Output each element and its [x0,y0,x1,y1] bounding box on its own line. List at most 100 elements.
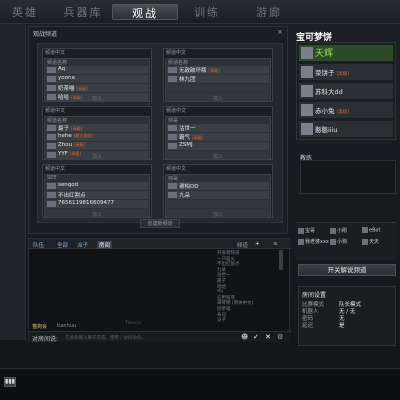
team-name: SEE [47,175,57,181]
nav-tab-armory[interactable]: 兵器库 [58,4,108,20]
player-slot[interactable]: 最子 [高级] [46,124,148,132]
join-button[interactable]: 加入 [43,211,151,218]
player-rank-badge: [高级] [74,142,86,147]
lobby-grid: 频道中文 频道名称 Aq yoona 奶茶喵 [高级] 哈哈 [高级] 加入 频道中文 频道名称 无敌… [37,43,283,223]
player-name: 不出红割点 [58,193,86,199]
avatar [301,123,313,135]
lobby-card[interactable]: 频道中文 频道名称 无敌破坏瓶 [高级] 林九团 加入 [163,48,273,102]
chat-input-label: 对房间说: [32,336,59,343]
player-slot[interactable]: 林九团 [167,75,269,83]
spectator-item[interactable]: 宝哥 [298,227,315,234]
emoji-icon[interactable]: ☻ [241,333,248,341]
player-slot[interactable]: ZSMJ [167,142,269,150]
nav-tab-training[interactable]: 训练 [182,4,232,20]
spectator-item[interactable]: 天天 [362,238,379,245]
join-button[interactable]: 加入 [43,95,151,102]
join-button[interactable]: 加入 [164,211,272,218]
player-slot[interactable]: 无敌破坏瓶 [高级] [167,66,269,74]
join-button[interactable]: 加入 [164,95,272,102]
player-slot[interactable]: Zhou [高级] [46,142,148,150]
player-name: 无敌破坏瓶 [179,68,207,74]
chat-speaker: 猫狗会 [32,324,48,330]
spectator-item[interactable]: 我老婆xxx [298,238,329,245]
player-rank-badge: [最大高级] [73,133,93,138]
avatar [168,134,177,140]
player-name: yoona [58,75,75,81]
card-header: 频道中文 [166,108,187,114]
player-name-text: 苏科大dd [315,88,343,96]
setting-value: 是 [339,323,345,329]
team-player-slot[interactable]: 菜饼子 [高级] [299,64,393,80]
add-chat-icon[interactable]: + [255,241,260,247]
chat-input-field[interactable]: 在此处输入聊天内容。使用 / 访问命令。 [65,335,146,341]
player-name: 最子 [58,126,70,132]
party-icon[interactable]: ▮▮▮ [4,377,16,387]
room-settings: 房间设置 比赛模式 队长模式 机器人无 / 无密码无延迟是 [298,286,396,346]
panel-title: 观战频道 [33,31,58,38]
close-icon[interactable]: × [277,28,283,36]
spectator-item[interactable]: eBot [362,227,381,234]
player-slot[interactable]: 霸气 [高级] [167,133,269,141]
player-slot[interactable]: 谢柏DD [167,182,269,190]
player-name: Aq [58,66,66,72]
player-slot[interactable] [167,84,269,92]
nav-tab-heroes[interactable]: 英雄 [4,4,46,20]
menu-icon[interactable]: ≡ [273,241,278,247]
team-player-slot[interactable]: 天辉 [299,45,393,61]
spectator-item[interactable]: 小狗 [330,238,347,245]
avatar [168,67,177,73]
open-caster-channel-button[interactable]: 开关解说频道 [298,264,396,276]
team-player-slot[interactable]: 赤小兔 [高级] [299,102,393,118]
top-nav: 英雄 兵器库 观战 训练 游廊 [0,0,400,24]
player-slot[interactable]: 奶茶喵 [高级] [46,84,148,92]
nav-tab-watch[interactable]: 观战 [112,4,178,20]
spectator-item[interactable]: 小刚 [330,227,347,234]
chat-input-bar[interactable]: 对房间说: 在此处输入聊天内容。使用 / 访问命令。 ☻ ✓ ✕ ⚙ [29,331,291,343]
nav-tab-arcade[interactable]: 游廊 [244,4,294,20]
create-channel-button[interactable]: 创建新频道 [140,219,180,228]
lobby-card[interactable]: 频道中文 频道名称 Aq yoona 奶茶喵 [高级] 哈哈 [高级] 加入 [42,48,152,102]
player-slot[interactable]: 7656119816609477 [46,200,148,208]
settings-icon[interactable]: ⚙ [277,333,283,341]
player-name: 天辉 [315,46,333,59]
chat-tab-paizi[interactable]: 派子 [77,241,88,249]
join-button[interactable]: 加入 [164,153,272,160]
lobby-panel: 观战频道 × 频道中文 频道名称 Aq yoona 奶茶喵 [高级] 哈哈 [高级] 加入 频道中… [28,26,288,234]
bottom-bar: ▮▮▮ [0,368,400,400]
avatar [301,85,313,97]
player-slot[interactable]: 沽世一 [167,124,269,132]
team-player-slot[interactable]: 憨憨iiiu [299,121,393,137]
chat-scrollbar[interactable] [279,250,283,270]
close-chat-icon[interactable]: ✕ [265,333,271,341]
lobby-card[interactable]: 频道中文 SEE senqod 不出红割点 7656119816609477 加入 [42,164,152,218]
player-slot[interactable]: yoona [46,75,148,83]
avatar [168,125,177,131]
player-slot[interactable]: hehe [最大高级] [46,133,148,141]
player-slot[interactable]: Aq [46,66,148,74]
avatar [47,125,56,131]
player-slot[interactable] [167,200,269,208]
chat-tab-all[interactable]: 全部 [57,241,68,249]
join-button[interactable]: 加入 [43,153,151,160]
player-slot[interactable]: senqod [46,182,148,190]
player-slot[interactable]: 九朵 [167,191,269,199]
chat-tab-room[interactable]: 房间 [97,241,113,249]
chat-tab-team[interactable]: 队伍 [33,241,44,249]
player-rank-badge: [高级] [71,126,83,131]
lobby-card[interactable]: 频道中文 频道名称 最子 [高级] hehe [最大高级] Zhou [高级] YYF [高级] 加… [42,106,152,160]
coach-slot[interactable] [300,160,396,194]
avatar [301,66,313,78]
player-name: 苏科大dd [315,86,343,96]
team-player-slot[interactable]: 苏科大dd [299,83,393,99]
player-name-text: 憨憨iiiu [315,126,338,134]
lobby-card[interactable]: 频道中文 帅哥 谢柏DD 九朵 加入 [163,164,273,218]
card-header: 频道中文 [45,166,66,172]
player-name: 霸气 [179,135,191,141]
lobby-card[interactable]: 频道中文 帅哥 沽世一 霸气 [高级] ZSMJ 加入 [163,106,273,160]
channel-item[interactable]: 派子 [217,317,287,323]
spectator-name: 宝哥 [305,228,316,234]
avatar [47,67,56,73]
check-icon[interactable]: ✓ [253,333,259,341]
player-slot[interactable]: 不出红割点 [46,191,148,199]
settings-title: 房间设置 [302,292,327,299]
